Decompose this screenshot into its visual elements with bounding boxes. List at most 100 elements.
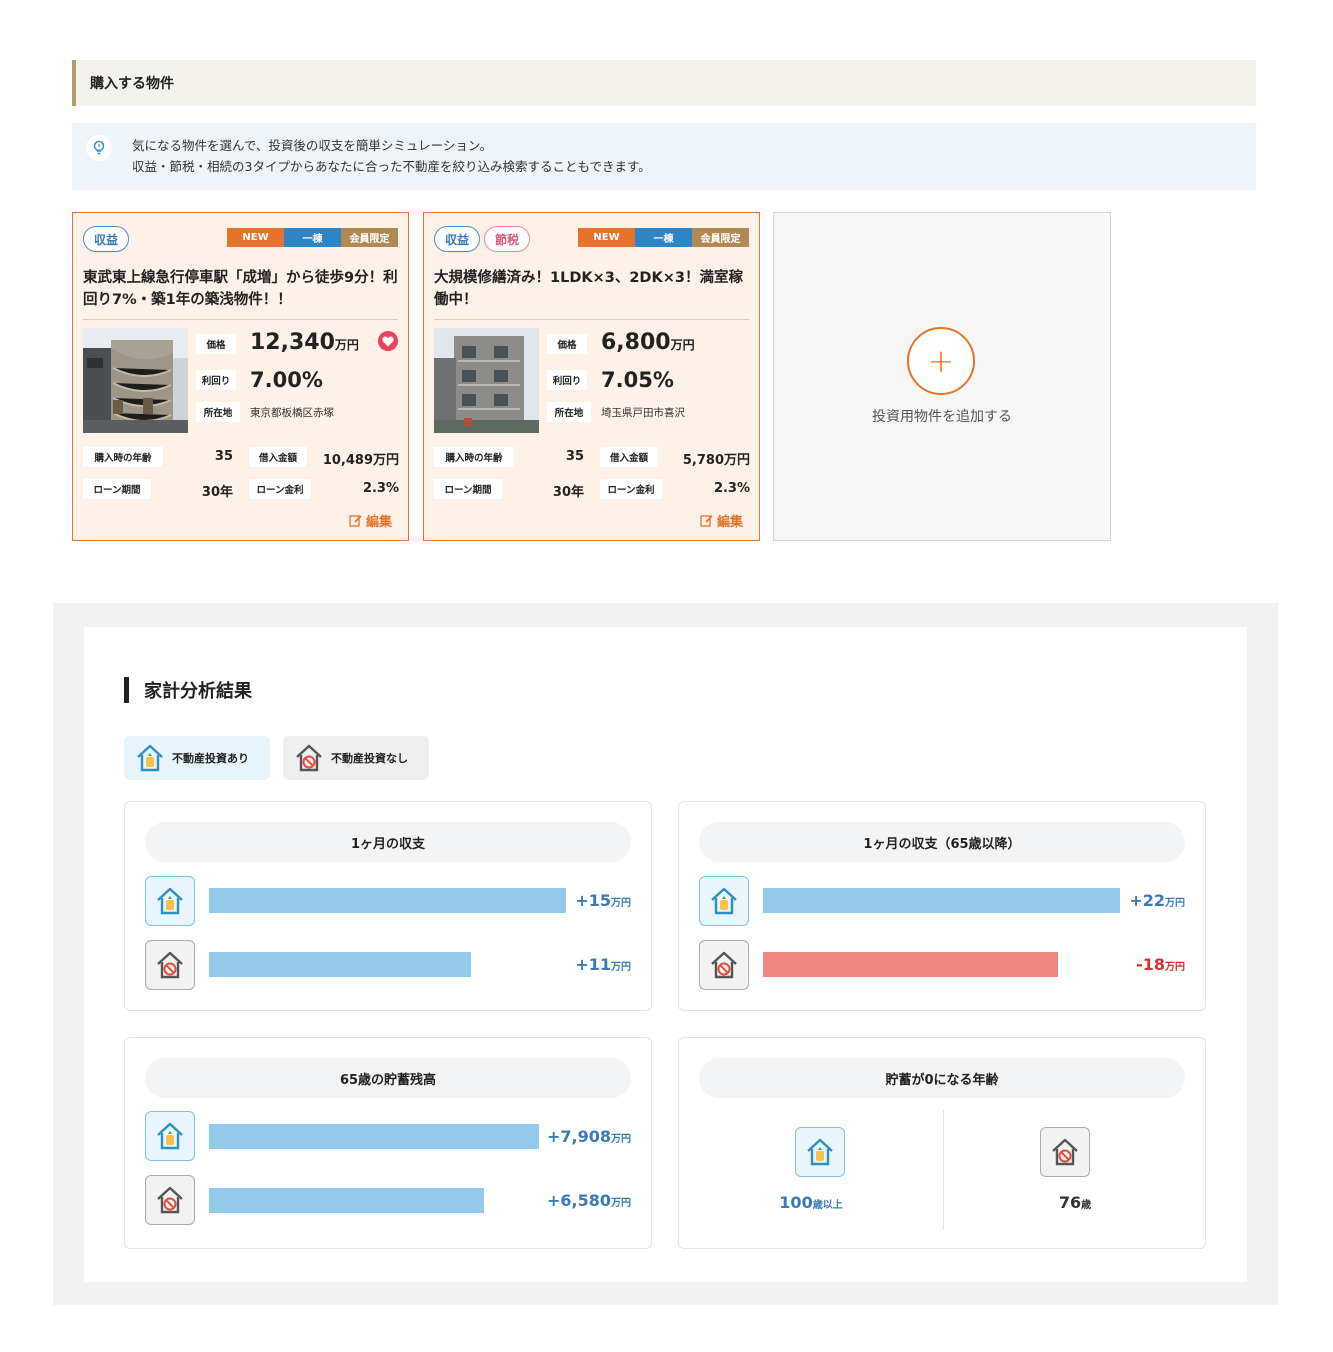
location-label: 所在地 bbox=[547, 402, 591, 422]
age-label: 購入時の年齢 bbox=[83, 447, 163, 467]
badge-group: NEW 一棟 会員限定 bbox=[578, 228, 749, 247]
amount-without-investment: +11万円 bbox=[575, 955, 631, 974]
amount-unit: 万円 bbox=[611, 1134, 631, 1145]
loan-value: 10,489万円 bbox=[322, 453, 399, 468]
add-property-label[interactable]: 投資用物件を追加する bbox=[774, 406, 1110, 426]
bar-with-investment bbox=[209, 1124, 539, 1149]
price-unit: 万円 bbox=[670, 338, 695, 352]
amount-with-investment: +7,908万円 bbox=[547, 1127, 631, 1146]
section-title: 購入する物件 bbox=[90, 76, 174, 92]
tip-line: 収益・節税・相続の3タイプからあなたに合った不動産を絞り込み検索することもできま… bbox=[132, 159, 651, 174]
price-number: 12,340 bbox=[250, 330, 335, 355]
rate-label: ローン金利 bbox=[249, 479, 311, 499]
panel-title: 貯蓄が0になる年齢 bbox=[699, 1058, 1185, 1098]
tip-box: 気になる物件を選んで、投資後の収支を簡単シミュレーション。 収益・節税・相続の3… bbox=[72, 123, 1256, 190]
amount-unit: 万円 bbox=[611, 898, 631, 909]
panel-title: 1ヶ月の収支 bbox=[145, 822, 631, 862]
amount-value: +15 bbox=[575, 891, 611, 910]
add-property-card[interactable]: + 投資用物件を追加する bbox=[773, 212, 1111, 541]
bar-without-investment bbox=[763, 952, 1058, 977]
divider bbox=[943, 1110, 944, 1230]
zero-age-without-investment: 76歳 bbox=[943, 1193, 1207, 1212]
loan-label: 借入金額 bbox=[249, 447, 307, 467]
location-label: 所在地 bbox=[196, 402, 240, 422]
age-label: 購入時の年齢 bbox=[434, 447, 514, 467]
price-number: 6,800 bbox=[601, 330, 671, 355]
term-value: 30年 bbox=[201, 485, 233, 500]
rate-label: ローン金利 bbox=[600, 479, 662, 499]
amount-value: +7,908 bbox=[546, 1127, 611, 1146]
panel-title: 1ヶ月の収支（65歳以降） bbox=[699, 822, 1185, 862]
bar-without-investment bbox=[209, 1188, 484, 1213]
yield-label: 利回り bbox=[196, 370, 236, 390]
term-label: ローン期間 bbox=[83, 479, 151, 499]
badge-group: NEW 一棟 会員限定 bbox=[227, 228, 398, 247]
tag-income: 収益 bbox=[83, 226, 129, 252]
amount-without-investment: +6,580万円 bbox=[547, 1191, 631, 1210]
amount-unit: 万円 bbox=[1165, 898, 1185, 909]
property-photo[interactable] bbox=[434, 328, 539, 433]
legend-with-label: 不動産投資あり bbox=[172, 752, 249, 765]
term-value: 30年 bbox=[552, 485, 584, 500]
price-label: 価格 bbox=[196, 334, 236, 354]
house-investment-icon bbox=[136, 744, 164, 772]
amount-unit: 万円 bbox=[1165, 962, 1185, 973]
edit-label: 編集 bbox=[365, 515, 392, 530]
loan-value: 5,780万円 bbox=[682, 453, 750, 468]
amount-without-investment: -18万円 bbox=[1136, 955, 1185, 974]
badge-new: NEW bbox=[578, 228, 635, 247]
property-photo[interactable] bbox=[83, 328, 188, 433]
price-value: 12,340万円 bbox=[250, 330, 359, 355]
monthly-balance-65-panel: 1ヶ月の収支（65歳以降） +22万円 -18万円 bbox=[678, 801, 1206, 1011]
yield-value: 7.00% bbox=[250, 368, 323, 392]
house-no-investment-icon bbox=[295, 744, 323, 772]
monthly-balance-panel: 1ヶ月の収支 +15万円 +11万円 bbox=[124, 801, 652, 1011]
favorite-heart-icon[interactable] bbox=[378, 331, 398, 351]
edit-icon bbox=[349, 515, 362, 527]
house-no-investment-icon bbox=[1040, 1127, 1090, 1177]
price-value: 6,800万円 bbox=[601, 330, 695, 355]
age-value: 76 bbox=[1058, 1193, 1082, 1212]
edit-button[interactable]: 編集 bbox=[700, 511, 743, 530]
amount-value: +6,580 bbox=[546, 1191, 611, 1210]
amount-unit: 万円 bbox=[611, 962, 631, 973]
bar-with-investment bbox=[209, 888, 566, 913]
loan-label: 借入金額 bbox=[600, 447, 658, 467]
legend-with-investment[interactable]: 不動産投資あり bbox=[124, 736, 270, 780]
zero-age-with-investment: 100歳以上 bbox=[679, 1193, 943, 1212]
term-label: ローン期間 bbox=[434, 479, 502, 499]
edit-icon bbox=[700, 515, 713, 527]
tag-tax-saving: 節税 bbox=[484, 226, 530, 252]
property-card[interactable]: 収益 NEW 一棟 会員限定 東武東上線急行停車駅「成増」から徒歩9分！利回り7… bbox=[72, 212, 409, 541]
tag-income: 収益 bbox=[434, 226, 480, 252]
property-title[interactable]: 東武東上線急行停車駅「成増」から徒歩9分！利回り7%・築1年の築浅物件！！ bbox=[83, 267, 398, 320]
bar-without-investment bbox=[209, 952, 471, 977]
age-value: 35 bbox=[565, 449, 584, 464]
legend-without-investment[interactable]: 不動産投資なし bbox=[283, 736, 429, 780]
location-value: 東京都板橋区赤塚 bbox=[250, 407, 334, 419]
age-unit: 歳 bbox=[1081, 1200, 1092, 1211]
edit-label: 編集 bbox=[716, 515, 743, 530]
edit-button[interactable]: 編集 bbox=[349, 511, 392, 530]
panel-title: 65歳の貯蓄残高 bbox=[145, 1058, 631, 1098]
analysis-title: 家計分析結果 bbox=[124, 677, 252, 703]
age-value: 100 bbox=[779, 1193, 813, 1212]
amount-unit: 万円 bbox=[611, 1198, 631, 1209]
house-no-investment-icon bbox=[699, 940, 749, 990]
amount-value: -18 bbox=[1136, 955, 1165, 974]
plus-icon[interactable]: + bbox=[907, 327, 975, 395]
badge-whole-building: 一棟 bbox=[635, 228, 692, 247]
zero-savings-age-panel: 貯蓄が0になる年齢 100歳以上 76歳 bbox=[678, 1037, 1206, 1249]
amount-value: +22 bbox=[1129, 891, 1165, 910]
property-card[interactable]: 収益 節税 NEW 一棟 会員限定 大規模修繕済み！1LDK×3、2DK×3！満… bbox=[423, 212, 760, 541]
badge-members-only: 会員限定 bbox=[692, 228, 749, 247]
rate-value: 2.3% bbox=[713, 481, 750, 496]
bar-with-investment bbox=[763, 888, 1120, 913]
savings-at-65-panel: 65歳の貯蓄残高 +7,908万円 +6,580万円 bbox=[124, 1037, 652, 1249]
property-title[interactable]: 大規模修繕済み！1LDK×3、2DK×3！満室稼働中！ bbox=[434, 267, 749, 320]
badge-new: NEW bbox=[227, 228, 284, 247]
badge-members-only: 会員限定 bbox=[341, 228, 398, 247]
badge-whole-building: 一棟 bbox=[284, 228, 341, 247]
tip-line: 気になる物件を選んで、投資後の収支を簡単シミュレーション。 bbox=[132, 138, 493, 153]
price-label: 価格 bbox=[547, 334, 587, 354]
